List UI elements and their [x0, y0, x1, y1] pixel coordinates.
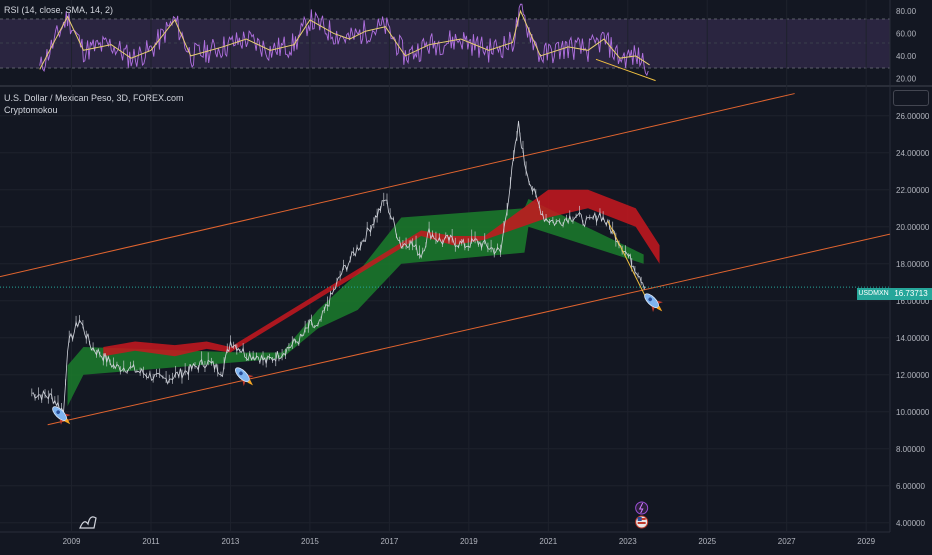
scale-button[interactable] — [893, 90, 929, 106]
rsi-tick-label: 60.00 — [896, 29, 917, 38]
last-price-symbol-tag: USDMXN — [857, 288, 890, 300]
lightning-event-icon — [635, 501, 649, 515]
price-tick-label: 24.00000 — [896, 149, 930, 158]
indicator-legend[interactable]: Cryptomokou — [4, 105, 58, 115]
rsi-legend[interactable]: RSI (14, close, SMA, 14, 2) — [4, 5, 113, 15]
rocket-icon — [235, 367, 254, 387]
time-tick-label: 2015 — [301, 537, 319, 546]
price-tick-label: 14.00000 — [896, 334, 930, 343]
time-tick-label: 2017 — [380, 537, 398, 546]
price-tick-label: 6.00000 — [896, 482, 925, 491]
price-tick-label: 12.00000 — [896, 371, 930, 380]
rsi-tick-label: 40.00 — [896, 52, 917, 61]
markers — [52, 293, 663, 529]
time-tick-label: 2013 — [222, 537, 240, 546]
chart-stage[interactable]: 26.00000 24.00000 22.00000 20.00000 18.00000… — [0, 0, 932, 550]
rsi-tick-label: 80.00 — [896, 7, 917, 16]
price-line — [31, 120, 646, 414]
time-tick-label: 2019 — [460, 537, 478, 546]
us-flag-event-icon — [635, 515, 649, 529]
time-tick-label: 2021 — [539, 537, 557, 546]
price-tick-label: 20.00000 — [896, 223, 930, 232]
symbol-legend[interactable]: U.S. Dollar / Mexican Peso, 3D, FOREX.co… — [4, 93, 184, 103]
rsi-tick-label: 20.00 — [896, 74, 917, 83]
time-tick-label: 2011 — [142, 537, 160, 546]
price-tick-label: 4.00000 — [896, 519, 925, 528]
price-tick-label: 8.00000 — [896, 445, 925, 454]
chart-svg[interactable]: 26.00000 24.00000 22.00000 20.00000 18.00000… — [0, 0, 932, 550]
price-tick-label: 26.00000 — [896, 112, 930, 121]
time-tick-label: 2029 — [857, 537, 875, 546]
time-tick-label: 2023 — [619, 537, 637, 546]
axis-labels: 26.00000 24.00000 22.00000 20.00000 18.00000… — [63, 7, 930, 546]
price-tick-label: 10.00000 — [896, 408, 930, 417]
price-tick-label: 22.00000 — [896, 186, 930, 195]
price-tick-label: 18.00000 — [896, 260, 930, 269]
last-price-value-tag: 16.73713 — [890, 288, 932, 300]
time-tick-label: 2027 — [778, 537, 796, 546]
time-tick-label: 2009 — [63, 537, 81, 546]
time-tick-label: 2025 — [698, 537, 716, 546]
